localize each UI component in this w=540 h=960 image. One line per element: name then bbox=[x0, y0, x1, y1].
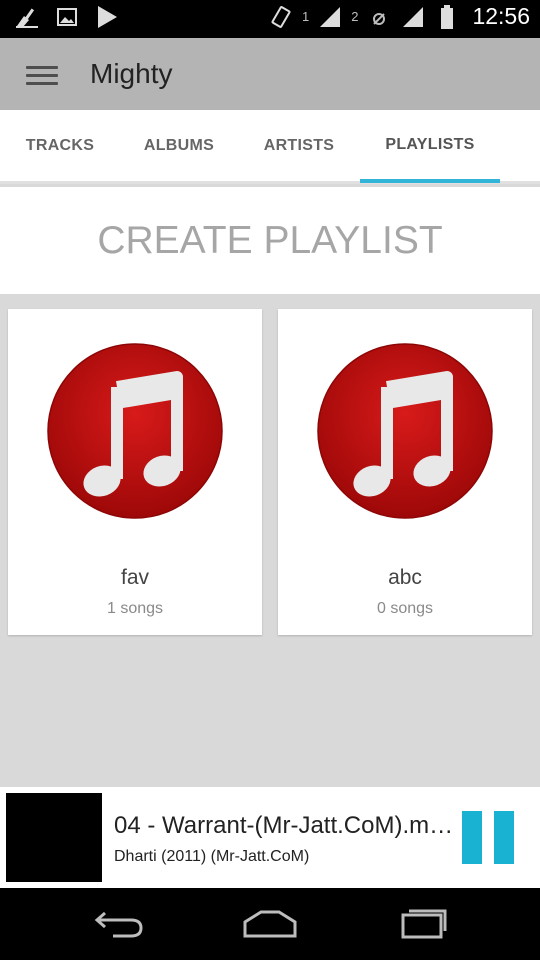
playlist-card-abc[interactable]: abc 0 songs bbox=[278, 309, 532, 635]
home-icon[interactable] bbox=[235, 902, 305, 946]
pause-icon bbox=[494, 811, 514, 864]
back-icon[interactable] bbox=[84, 902, 154, 946]
now-playing-title: 04 - Warrant-(Mr-Jatt.CoM).mp3 bbox=[114, 812, 454, 839]
album-art-thumbnail bbox=[6, 793, 102, 882]
create-playlist-button[interactable]: CREATE PLAYLIST bbox=[0, 187, 540, 294]
tab-playlists[interactable]: PLAYLISTS bbox=[360, 110, 500, 183]
music-note-icon bbox=[317, 343, 493, 519]
sim2-label: 2 bbox=[351, 9, 359, 24]
pause-icon bbox=[462, 811, 482, 864]
playlist-card-fav[interactable]: fav 1 songs bbox=[8, 309, 262, 635]
playlist-name: abc bbox=[388, 566, 422, 589]
cleaner-broom-icon bbox=[14, 4, 40, 30]
image-icon bbox=[54, 4, 80, 30]
playlist-name: fav bbox=[120, 566, 149, 589]
app-title: Mighty bbox=[90, 58, 173, 89]
play-store-icon bbox=[94, 4, 120, 30]
signal-icon bbox=[317, 4, 343, 30]
system-nav-bar bbox=[0, 888, 540, 960]
recent-apps-icon[interactable] bbox=[386, 902, 456, 946]
battery-icon bbox=[434, 4, 460, 30]
playlist-song-count: 0 songs bbox=[376, 600, 434, 617]
data-off-icon bbox=[366, 4, 392, 30]
tab-albums[interactable]: ALBUMS bbox=[120, 110, 238, 182]
pause-button[interactable] bbox=[462, 811, 514, 864]
tab-tracks[interactable]: TRACKS bbox=[0, 110, 120, 182]
status-bar: 1 2 12:56 bbox=[0, 0, 540, 38]
vibrate-icon bbox=[268, 4, 294, 30]
now-playing-bar[interactable]: 04 - Warrant-(Mr-Jatt.CoM).mp3 Dharti (2… bbox=[0, 787, 540, 888]
app-bar: Mighty bbox=[0, 38, 540, 110]
tab-artists[interactable]: ARTISTS bbox=[238, 110, 360, 182]
playlist-song-count: 1 songs bbox=[106, 600, 164, 617]
sim1-label: 1 bbox=[301, 9, 310, 24]
signal-icon bbox=[400, 4, 426, 30]
tab-bar: TRACKS ALBUMS ARTISTS PLAYLISTS bbox=[0, 110, 540, 184]
clock: 12:56 bbox=[472, 3, 530, 29]
hamburger-menu-icon[interactable] bbox=[26, 66, 58, 90]
now-playing-album: Dharti (2011) (Mr-Jatt.CoM) bbox=[114, 848, 310, 865]
music-note-icon bbox=[47, 343, 223, 519]
